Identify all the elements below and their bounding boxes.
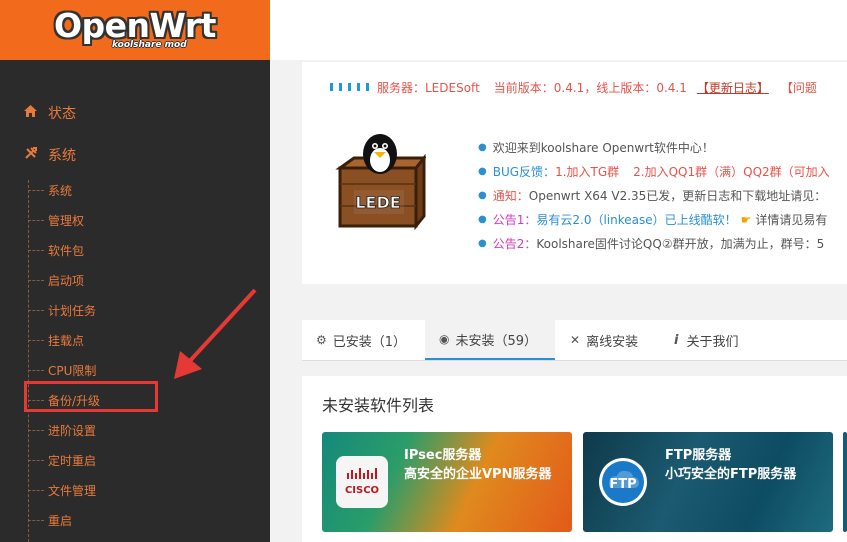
version-text: 当前版本：0.4.1，线上版本：0.4.1 bbox=[493, 80, 687, 95]
subitem-label: 软件包 bbox=[48, 243, 85, 258]
tab-label: 已安装（1） bbox=[332, 334, 407, 350]
home-icon bbox=[24, 105, 38, 121]
highlight-box bbox=[24, 381, 158, 412]
sidebar-item-label: 系统 bbox=[48, 148, 76, 164]
info-icon: i bbox=[674, 332, 679, 348]
top-bar bbox=[270, 0, 847, 60]
subitem-label: CPU限制 bbox=[48, 363, 97, 378]
server-text: 服务器：LEDESoft bbox=[377, 80, 480, 95]
tab-not-installed[interactable]: ◉ 未安装（59） bbox=[425, 320, 555, 360]
tab-offline-install[interactable]: ✕ 离线安装 bbox=[570, 320, 638, 360]
qq-group-link[interactable]: 2.加入QQ1群（满）QQ2群（可加入 bbox=[633, 163, 830, 180]
app-card-ftp[interactable]: FTP FTP服务器 小巧安全的FTP服务器 bbox=[583, 432, 833, 532]
tab-about[interactable]: i 关于我们 bbox=[674, 320, 738, 360]
changelog-link[interactable]: 【更新日志】 bbox=[697, 79, 769, 96]
sidebar-subitem-admin[interactable]: 管理权 bbox=[28, 210, 84, 230]
news-text: 欢迎来到koolshare Openwrt软件中心！ bbox=[492, 141, 714, 155]
linkease-link[interactable]: 易有云2.0（linkease）已上线酷软！ bbox=[536, 211, 736, 228]
subitem-label: 文件管理 bbox=[48, 483, 97, 498]
svg-text:FTP: FTP bbox=[609, 477, 636, 492]
subitem-label: 进阶设置 bbox=[48, 423, 97, 438]
news-text: Openwrt X64 V2.35已发，更新日志和下载地址请见： bbox=[528, 189, 827, 203]
sidebar-item-system[interactable]: 系统 bbox=[24, 145, 76, 165]
news-prefix: BUG反馈： bbox=[492, 165, 556, 179]
tools-icon: ✕ bbox=[570, 333, 581, 347]
app-name: IPsec服务器 bbox=[404, 448, 482, 463]
subitem-label: 定时重启 bbox=[48, 453, 97, 468]
sidebar-subitem-cpulimit[interactable]: CPU限制 bbox=[28, 360, 96, 380]
loading-dots-icon bbox=[330, 83, 369, 91]
news-item: ● 通知： Openwrt X64 V2.35已发，更新日志和下载地址请见： bbox=[478, 189, 827, 203]
logo-area: OpenWrt koolshare mod bbox=[0, 0, 270, 60]
news-item: ● BUG反馈： 1.加入TG群 2.加入QQ1群（满）QQ2群（可加入 bbox=[478, 163, 830, 180]
tab-installed[interactable]: ⚙ 已安装（1） bbox=[316, 320, 406, 360]
app-card-ipsec[interactable]: CISCO IPsec服务器 高安全的企业VPN服务器 bbox=[322, 432, 572, 532]
subitem-label: 启动项 bbox=[48, 273, 85, 288]
app-card-partial[interactable] bbox=[843, 432, 847, 532]
news-item: ● 公告1： 易有云2.0（linkease）已上线酷软！ ☛ 详情请见易有 bbox=[478, 211, 828, 228]
sidebar-subitem-file-manager[interactable]: 文件管理 bbox=[28, 480, 96, 500]
cisco-logo-icon: CISCO bbox=[336, 456, 388, 508]
status-line: 服务器：LEDESoft 当前版本：0.4.1，线上版本：0.4.1 【更新日志… bbox=[330, 79, 817, 95]
subitem-label: 计划任务 bbox=[48, 303, 97, 318]
app-name: FTP服务器 bbox=[665, 448, 732, 463]
tab-label: 离线安装 bbox=[586, 334, 639, 350]
app-desc: 小巧安全的FTP服务器 bbox=[665, 467, 797, 482]
sidebar-subitem-reboot[interactable]: 重启 bbox=[28, 510, 72, 530]
wrench-icon bbox=[24, 146, 38, 164]
tab-label: 关于我们 bbox=[686, 334, 739, 350]
subitem-label: 重启 bbox=[48, 513, 73, 528]
annotation-arrow-icon bbox=[174, 288, 257, 379]
subitem-label: 系统 bbox=[48, 183, 73, 198]
news-text: Koolshare固件讨论QQ②群开放，加满为止，群号：5 bbox=[536, 237, 825, 251]
logo-subtitle: koolshare mod bbox=[112, 40, 187, 50]
app-desc: 高安全的企业VPN服务器 bbox=[404, 467, 552, 482]
subitem-label: 管理权 bbox=[48, 213, 85, 228]
ftp-logo-icon: FTP bbox=[597, 456, 649, 508]
sidebar-subitem-startup[interactable]: 启动项 bbox=[28, 270, 84, 290]
news-item: ● 欢迎来到koolshare Openwrt软件中心！ bbox=[478, 141, 714, 155]
globe-icon: ◉ bbox=[439, 332, 450, 346]
tab-label: 未安装（59） bbox=[455, 333, 538, 349]
svg-text:CISCO: CISCO bbox=[345, 485, 379, 496]
sidebar-item-status[interactable]: 状态 bbox=[24, 103, 76, 123]
news-prefix: 公告1： bbox=[492, 213, 537, 227]
problem-link[interactable]: 【问题 bbox=[781, 79, 817, 96]
list-title: 未安装软件列表 bbox=[322, 396, 435, 415]
sidebar-subitem-advanced[interactable]: 进阶设置 bbox=[28, 420, 96, 440]
news-prefix: 公告2： bbox=[492, 237, 537, 251]
sidebar-subitem-system[interactable]: 系统 bbox=[28, 180, 72, 200]
sidebar-subitem-packages[interactable]: 软件包 bbox=[28, 240, 84, 260]
news-text: 详情请见易有 bbox=[755, 213, 828, 227]
news-item: ● 公告2： Koolshare固件讨论QQ②群开放，加满为止，群号：5 bbox=[478, 237, 825, 251]
pointing-hand-icon: ☛ bbox=[740, 212, 752, 227]
gear-icon: ⚙ bbox=[316, 333, 327, 347]
sidebar-subitem-crontab[interactable]: 计划任务 bbox=[28, 300, 96, 320]
sidebar-subitem-timed-reboot[interactable]: 定时重启 bbox=[28, 450, 96, 470]
sidebar-subitem-mounts[interactable]: 挂载点 bbox=[28, 330, 84, 350]
svg-text:LEDE: LEDE bbox=[355, 193, 400, 212]
lede-box-icon: LEDE bbox=[335, 134, 426, 230]
subitem-label: 挂载点 bbox=[48, 333, 85, 348]
news-prefix: 通知： bbox=[492, 189, 529, 203]
sidebar-item-label: 状态 bbox=[48, 106, 76, 122]
tg-group-link[interactable]: 1.加入TG群 bbox=[555, 163, 619, 180]
